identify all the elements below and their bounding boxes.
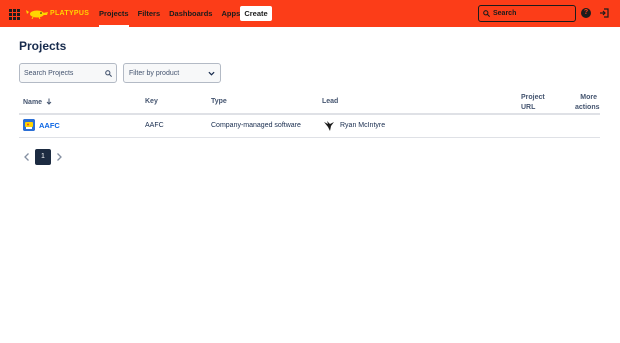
column-header-more-actions-line2: actions bbox=[575, 104, 600, 111]
project-search-field[interactable] bbox=[19, 63, 117, 83]
global-search-placeholder: Search bbox=[493, 10, 517, 17]
column-header-lead: Lead bbox=[322, 98, 339, 105]
top-navigation-bar: PLATYPUS Projects Filters Dashboards App… bbox=[0, 0, 620, 27]
lead-avatar-icon bbox=[324, 121, 334, 131]
help-icon[interactable]: ? bbox=[581, 8, 591, 18]
column-header-project-url-line1: Project bbox=[521, 94, 545, 101]
sort-arrow-down-icon bbox=[46, 98, 52, 105]
pagination-prev-icon[interactable] bbox=[22, 152, 32, 162]
chevron-down-icon bbox=[208, 71, 215, 76]
column-header-key: Key bbox=[145, 98, 158, 105]
nav-apps-label: Apps bbox=[221, 9, 241, 18]
create-button[interactable]: Create bbox=[240, 6, 272, 21]
column-header-project-url-line2: URL bbox=[521, 104, 536, 111]
project-avatar bbox=[23, 119, 35, 131]
table-row-divider bbox=[19, 137, 600, 138]
logout-icon[interactable] bbox=[599, 8, 609, 18]
project-avatar-icon bbox=[23, 119, 35, 131]
platypus-logo[interactable]: PLATYPUS bbox=[26, 6, 89, 20]
filter-by-product-select[interactable]: Filter by product bbox=[123, 63, 221, 83]
page-title: Projects bbox=[19, 39, 67, 53]
column-header-name-label: Name bbox=[23, 99, 43, 106]
project-key: AAFC bbox=[145, 122, 164, 129]
nav-dashboards[interactable]: Dashboards bbox=[169, 0, 212, 27]
app-switcher-icon[interactable] bbox=[9, 9, 20, 20]
nav-filters-label: Filters bbox=[137, 9, 161, 18]
column-header-type: Type bbox=[211, 98, 227, 105]
project-lead-name[interactable]: Ryan McIntyre bbox=[340, 122, 385, 129]
nav-projects[interactable]: Projects bbox=[99, 0, 129, 27]
pagination-page-current[interactable]: 1 bbox=[35, 149, 51, 165]
nav-projects-label: Projects bbox=[99, 9, 129, 18]
column-header-name[interactable]: Name bbox=[23, 98, 52, 106]
column-header-more-actions-line1: More bbox=[580, 94, 597, 101]
logo-text: PLATYPUS bbox=[50, 9, 90, 17]
column-header-more-actions: More actions bbox=[575, 93, 600, 113]
main-nav: Projects Filters Dashboards Apps▾ bbox=[99, 0, 254, 27]
project-name-link[interactable]: AAFC bbox=[39, 121, 60, 130]
column-header-project-url: Project URL bbox=[521, 93, 545, 113]
platypus-logo-icon bbox=[26, 10, 48, 19]
search-icon bbox=[105, 69, 112, 77]
project-search-input[interactable] bbox=[24, 69, 102, 77]
filter-by-product-label: Filter by product bbox=[129, 69, 180, 77]
project-type: Company-managed software bbox=[211, 122, 301, 129]
global-search-input[interactable]: Search bbox=[478, 5, 576, 22]
table-header-divider bbox=[19, 113, 600, 115]
nav-filters[interactable]: Filters bbox=[138, 0, 161, 27]
search-icon bbox=[483, 10, 490, 17]
nav-dashboards-label: Dashboards bbox=[169, 9, 213, 18]
pagination-next-icon[interactable] bbox=[54, 152, 64, 162]
